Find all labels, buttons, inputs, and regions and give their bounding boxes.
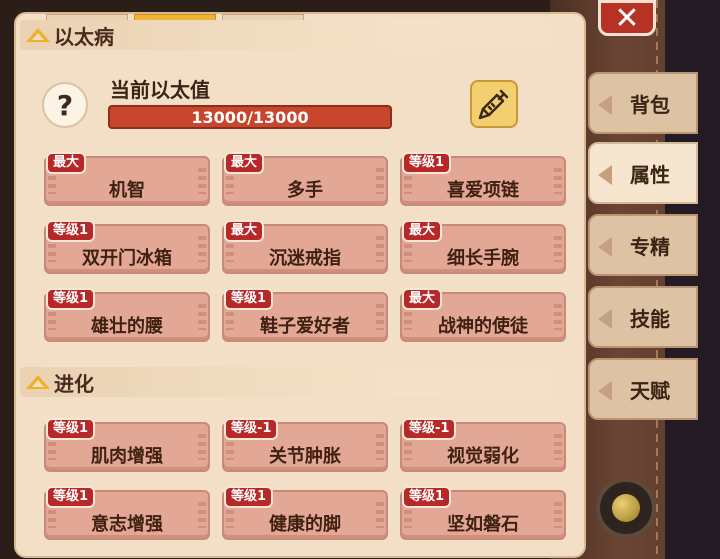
ether-progress-bar: 13000/13000: [108, 105, 392, 129]
side-tab-label: 背包: [630, 92, 670, 117]
skill-label: 视觉弱化: [447, 446, 519, 467]
skill-card[interactable]: 最大多手: [222, 152, 388, 206]
level-badge: 等级-1: [402, 418, 457, 440]
level-badge: 最大: [402, 220, 443, 242]
skill-card[interactable]: 等级1 肌肉增强: [44, 418, 210, 472]
skill-card[interactable]: 等级1 喜爱项链: [400, 152, 566, 206]
ether-section-header: 以太病: [20, 20, 572, 50]
level-badge: 等级1: [46, 486, 96, 508]
evolution-section-header: 进化: [20, 367, 572, 397]
skill-label: 沉迷戒指: [269, 248, 341, 269]
skill-card[interactable]: 最大 细长手腕: [400, 220, 566, 274]
skill-card[interactable]: 等级1 雄壮的腰: [44, 288, 210, 342]
level-badge: 最大: [402, 288, 443, 310]
arrow-left-icon: [598, 381, 612, 401]
triangle-icon: [26, 28, 50, 42]
skill-card[interactable]: 最大战神的使徒: [400, 288, 566, 342]
level-badge: 等级1: [224, 288, 274, 310]
close-button[interactable]: ✕: [598, 0, 656, 36]
level-badge: 等级1: [402, 152, 452, 174]
help-button[interactable]: ?: [42, 82, 88, 128]
arrow-left-icon: [598, 95, 612, 115]
skill-card[interactable]: 等级1 双开门冰箱: [44, 220, 210, 274]
side-tab-label: 天赋: [630, 378, 670, 403]
ether-section-title: 以太病: [54, 24, 114, 49]
skill-label: 健康的脚: [269, 514, 341, 535]
arrow-left-icon: [598, 237, 612, 257]
level-badge: 等级-1: [224, 418, 279, 440]
syringe-button[interactable]: [470, 80, 518, 128]
side-tab-label: 属性: [630, 162, 670, 187]
skill-card[interactable]: 最大机智: [44, 152, 210, 206]
side-tab[interactable]: 技能: [588, 286, 698, 348]
skill-card[interactable]: 最大 沉迷戒指: [222, 220, 388, 274]
question-icon: ?: [56, 88, 74, 122]
side-tab[interactable]: 专精: [588, 214, 698, 276]
level-badge: 等级1: [46, 418, 96, 440]
skill-label: 喜爱项链: [447, 180, 519, 201]
skill-label: 细长手腕: [447, 248, 519, 269]
level-badge: 最大: [224, 220, 265, 242]
close-icon: ✕: [614, 0, 640, 36]
side-tab[interactable]: 背包: [588, 72, 698, 134]
skill-card[interactable]: 等级1 意志增强: [44, 486, 210, 540]
side-tab[interactable]: 天赋: [588, 358, 698, 420]
knob-button-icon: [612, 494, 640, 522]
level-badge: 等级1: [402, 486, 452, 508]
skill-label: 肌肉增强: [91, 446, 163, 467]
skill-label: 雄壮的腰: [91, 316, 163, 337]
skill-label: 双开门冰箱: [82, 248, 172, 269]
level-badge: 最大: [46, 152, 87, 174]
skill-label: 战神的使徒: [438, 316, 528, 337]
arrow-left-icon: [598, 309, 612, 329]
skill-label: 鞋子爱好者: [260, 316, 350, 337]
evolution-section-title: 进化: [54, 371, 94, 396]
triangle-icon: [26, 375, 50, 389]
skill-label: 关节肿胀: [269, 446, 341, 467]
ether-value-label: 当前以太值: [110, 78, 210, 102]
scroll-knob[interactable]: [596, 478, 656, 538]
skill-label: 坚如磐石: [447, 514, 519, 535]
skill-card[interactable]: 等级1 健康的脚: [222, 486, 388, 540]
ether-value-text: 13000/13000: [191, 107, 309, 127]
side-tab[interactable]: 属性: [588, 142, 698, 204]
skill-label: 机智: [109, 180, 145, 201]
skill-card[interactable]: 等级-1 关节肿胀: [222, 418, 388, 472]
skill-label: 多手: [287, 180, 323, 201]
side-tab-label: 专精: [630, 234, 670, 259]
level-badge: 等级1: [224, 486, 274, 508]
syringe-icon: [478, 89, 509, 120]
level-badge: 等级1: [46, 220, 96, 242]
level-badge: 等级1: [46, 288, 96, 310]
arrow-left-icon: [598, 165, 612, 185]
skill-card[interactable]: 等级-1 视觉弱化: [400, 418, 566, 472]
skill-label: 意志增强: [91, 514, 163, 535]
skill-card[interactable]: 等级1 坚如磐石: [400, 486, 566, 540]
skill-card[interactable]: 等级1 鞋子爱好者: [222, 288, 388, 342]
side-tab-label: 技能: [630, 306, 670, 331]
level-badge: 最大: [224, 152, 265, 174]
